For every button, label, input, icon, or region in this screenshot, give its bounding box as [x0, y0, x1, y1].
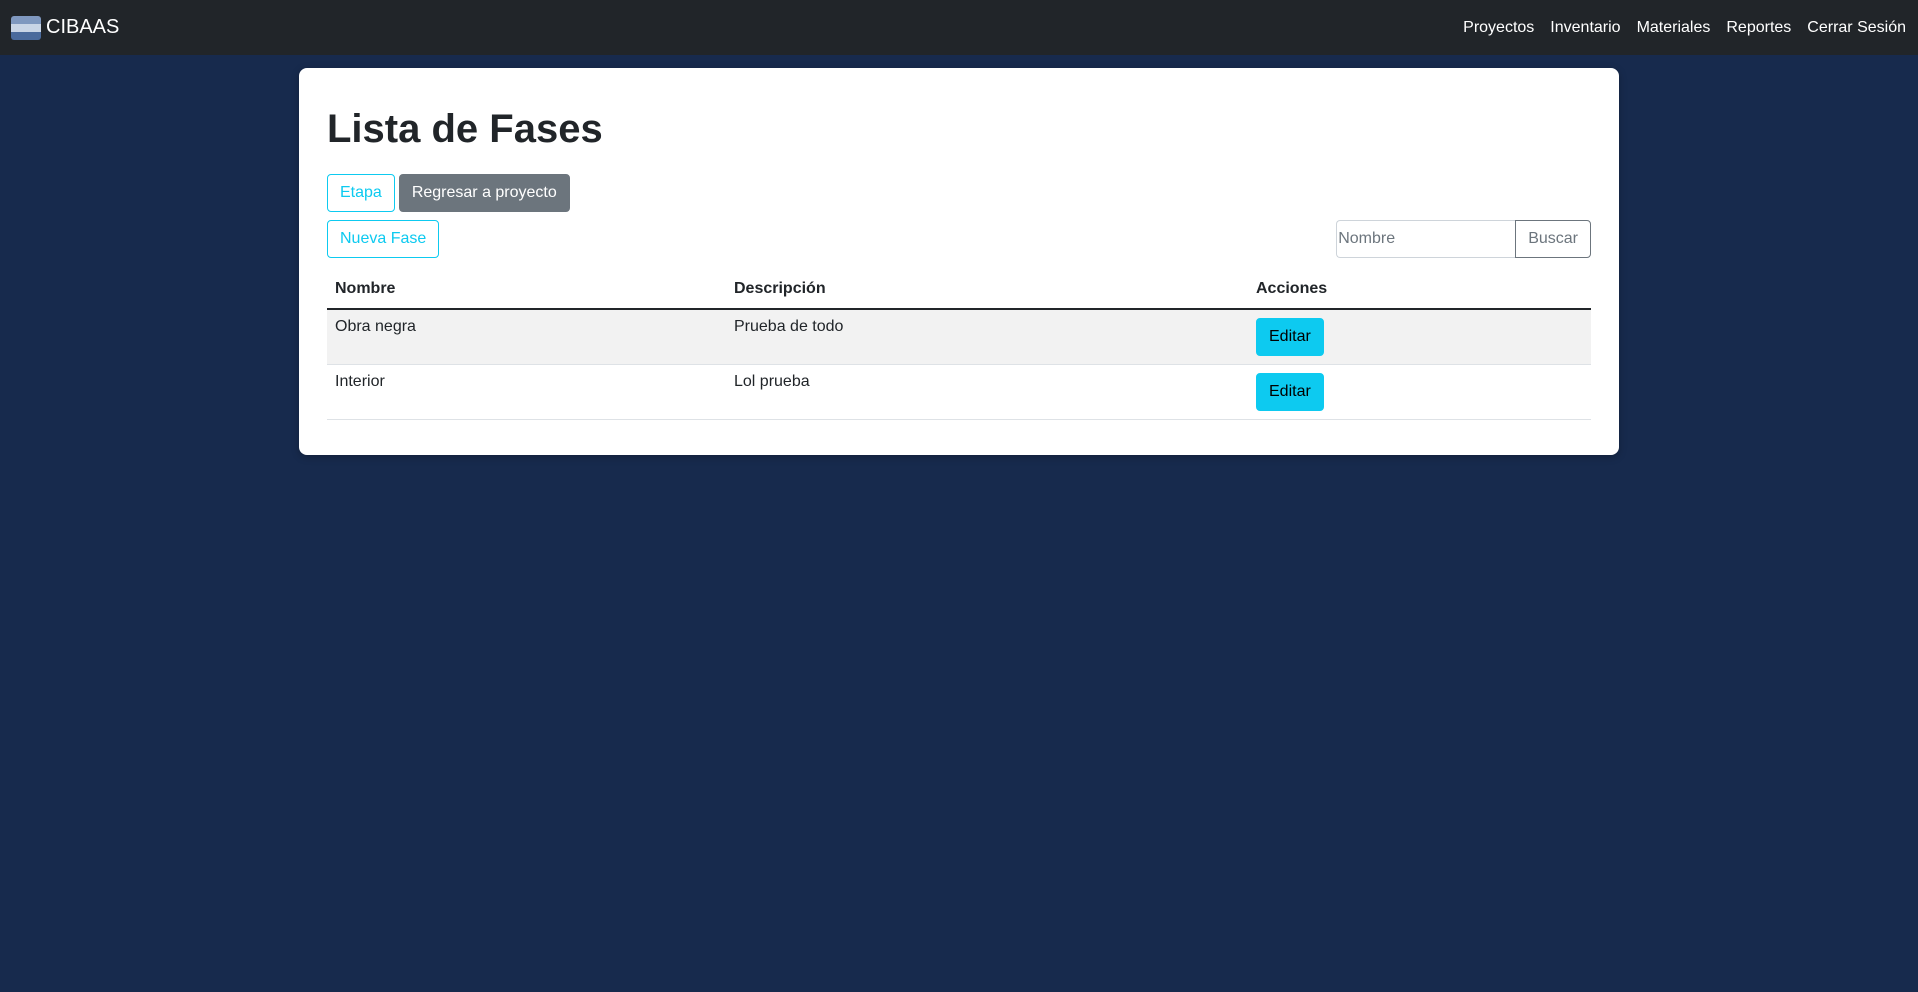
cell-acciones: Editar	[1248, 364, 1591, 420]
edit-button[interactable]: Editar	[1256, 318, 1324, 356]
toolbar: Nueva Fase Buscar	[327, 220, 1591, 258]
table-header-row: Nombre Descripción Acciones	[327, 270, 1591, 310]
brand[interactable]: CIBAAS	[11, 15, 120, 40]
table-row: Interior Lol prueba Editar	[327, 364, 1591, 420]
brand-name: CIBAAS	[46, 16, 120, 38]
cell-descripcion: Lol prueba	[726, 364, 1248, 420]
nav-link-proyectos[interactable]: Proyectos	[1463, 19, 1534, 37]
search-form: Buscar	[1336, 220, 1591, 258]
nav-link-cerrar-sesion[interactable]: Cerrar Sesión	[1807, 19, 1906, 37]
cell-acciones: Editar	[1248, 309, 1591, 365]
search-input[interactable]	[1336, 220, 1516, 258]
new-phase-button[interactable]: Nueva Fase	[327, 220, 440, 258]
nav-link-materiales[interactable]: Materiales	[1637, 19, 1711, 37]
etapa-button[interactable]: Etapa	[327, 174, 395, 212]
nav-link-reportes[interactable]: Reportes	[1726, 19, 1791, 37]
search-button[interactable]: Buscar	[1515, 220, 1591, 258]
cell-descripcion: Prueba de todo	[726, 309, 1248, 365]
phases-table: Nombre Descripción Acciones Obra negra P…	[327, 270, 1591, 420]
cell-nombre: Interior	[327, 364, 726, 420]
table-row: Obra negra Prueba de todo Editar	[327, 309, 1591, 365]
header-nombre: Nombre	[327, 270, 726, 310]
main-card: Lista de Fases Etapa Regresar a proyecto…	[299, 68, 1619, 455]
header-descripcion: Descripción	[726, 270, 1248, 310]
brand-logo-icon	[11, 15, 41, 40]
nav-link-inventario[interactable]: Inventario	[1550, 19, 1620, 37]
top-actions: Etapa Regresar a proyecto	[327, 174, 1591, 212]
page-title: Lista de Fases	[327, 107, 603, 151]
top-navbar: CIBAAS Proyectos Inventario Materiales R…	[0, 0, 1918, 55]
header-acciones: Acciones	[1248, 270, 1591, 310]
back-to-project-button[interactable]: Regresar a proyecto	[398, 174, 570, 212]
edit-button[interactable]: Editar	[1256, 372, 1324, 411]
nav-links: Proyectos Inventario Materiales Reportes…	[1463, 19, 1906, 37]
cell-nombre: Obra negra	[327, 309, 726, 365]
